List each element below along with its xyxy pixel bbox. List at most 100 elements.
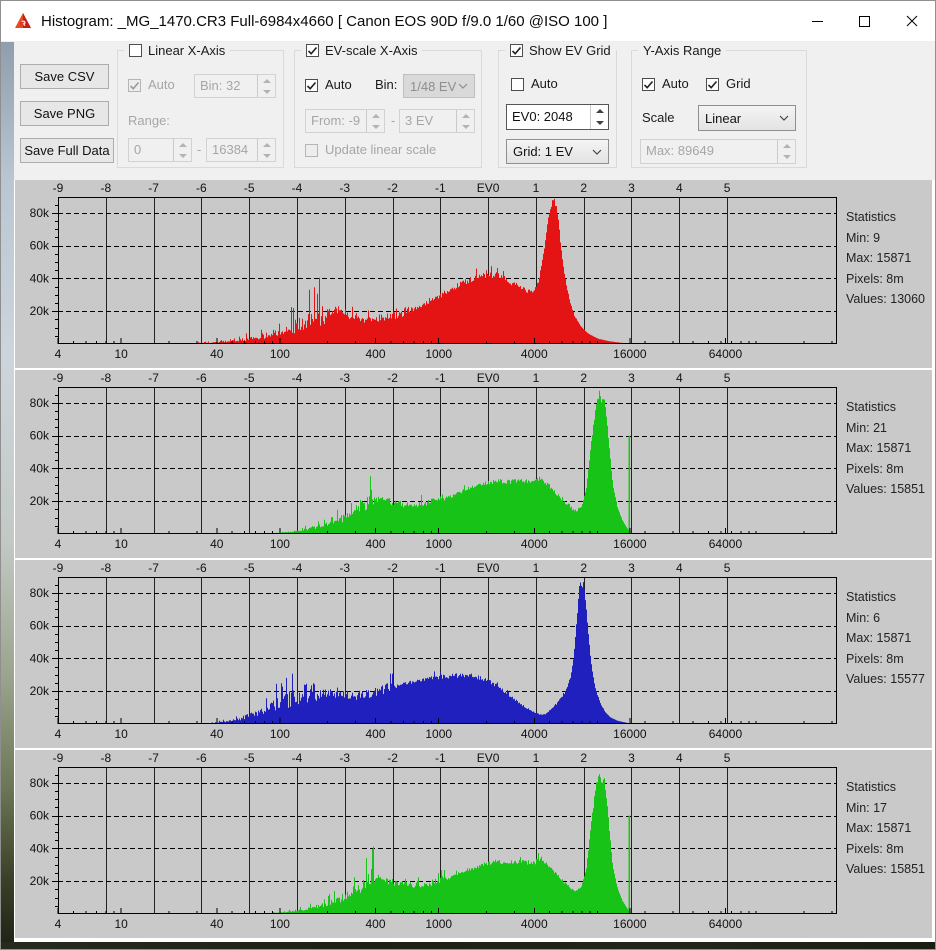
svg-text:EV0: EV0 xyxy=(477,181,500,195)
save-full-data-button[interactable]: Save Full Data xyxy=(20,138,114,163)
ev-bin-dropdown: 1/48 EV xyxy=(403,74,475,98)
svg-text:60k: 60k xyxy=(30,429,50,443)
svg-text:-7: -7 xyxy=(148,181,159,195)
svg-text:100: 100 xyxy=(270,917,290,931)
window-controls xyxy=(794,1,935,41)
spin-down-icon[interactable] xyxy=(596,121,604,125)
show-ev-grid-checkbox[interactable] xyxy=(510,44,523,57)
linear-bin-spinner: Bin: 32 xyxy=(194,74,276,98)
svg-text:4: 4 xyxy=(676,751,683,765)
stats-max: Max: 15871 xyxy=(846,248,925,269)
svg-text:80k: 80k xyxy=(30,586,50,600)
linear-auto-checkbox xyxy=(128,79,141,92)
maximize-button[interactable] xyxy=(841,1,888,41)
window-title: Histogram: _MG_1470.CR3 Full-6984x4660 [… xyxy=(41,13,607,30)
save-csv-button[interactable]: Save CSV xyxy=(20,64,109,89)
svg-text:20k: 20k xyxy=(30,684,50,698)
yaxis-auto-checkbox[interactable] xyxy=(642,78,655,91)
chevron-down-icon xyxy=(592,149,602,155)
svg-text:-7: -7 xyxy=(148,561,159,575)
svg-text:-2: -2 xyxy=(387,371,398,385)
svg-text:4: 4 xyxy=(55,537,62,551)
minimize-button[interactable] xyxy=(794,1,841,41)
background-window-bottom xyxy=(1,942,935,950)
range-from-spinner: 0 xyxy=(128,138,192,162)
svg-text:40: 40 xyxy=(210,917,224,931)
svg-text:20k: 20k xyxy=(30,874,50,888)
svg-text:-1: -1 xyxy=(435,371,446,385)
svg-text:5: 5 xyxy=(724,561,731,575)
evgrid-auto-checkbox[interactable] xyxy=(511,78,524,91)
svg-text:-4: -4 xyxy=(292,371,303,385)
chevron-down-icon xyxy=(458,83,468,89)
svg-text:4: 4 xyxy=(55,347,62,361)
stats-max: Max: 15871 xyxy=(846,628,925,649)
svg-text:-9: -9 xyxy=(53,371,64,385)
minimize-icon xyxy=(812,21,823,22)
stats-values: Values: 15851 xyxy=(846,859,925,880)
svg-text:-8: -8 xyxy=(100,181,111,195)
range-dash-label: - xyxy=(197,142,201,157)
stats-pixels: Pixels: 8m xyxy=(846,839,925,860)
ev-auto-label: Auto xyxy=(325,77,352,92)
stats-values: Values: 13060 xyxy=(846,289,925,310)
green-statistics: Statistics Min: 21 Max: 15871 Pixels: 8m… xyxy=(846,397,925,500)
svg-text:40: 40 xyxy=(210,727,224,741)
svg-text:-6: -6 xyxy=(196,371,207,385)
histogram-panel-green2: 20k40k60k80k-9-8-7-6-5-4-3-2-1EV01234541… xyxy=(15,750,932,938)
ev-from-spinner: From: -9 xyxy=(305,109,385,133)
ev0-spinner[interactable]: EV0: 2048 xyxy=(506,104,609,130)
save-png-button[interactable]: Save PNG xyxy=(20,101,109,126)
svg-text:1000: 1000 xyxy=(425,727,452,741)
spin-up-icon xyxy=(263,143,271,147)
spin-down-icon xyxy=(179,154,187,158)
svg-text:-4: -4 xyxy=(292,181,303,195)
stats-pixels: Pixels: 8m xyxy=(846,459,925,480)
svg-text:4000: 4000 xyxy=(521,347,548,361)
spin-down-icon xyxy=(263,90,271,94)
svg-text:-9: -9 xyxy=(53,751,64,765)
update-linear-scale-label: Update linear scale xyxy=(325,142,436,157)
svg-text:-1: -1 xyxy=(435,751,446,765)
svg-text:-1: -1 xyxy=(435,561,446,575)
linear-x-axis-group: Linear X-Axis Auto Bin: 32 Range: 0 - 16… xyxy=(117,50,284,168)
ev-scale-x-axis-label: EV-scale X-Axis xyxy=(325,43,417,58)
yaxis-grid-label: Grid xyxy=(726,76,751,91)
svg-text:4: 4 xyxy=(676,181,683,195)
grid-step-dropdown[interactable]: Grid: 1 EV xyxy=(506,139,609,164)
svg-text:1000: 1000 xyxy=(425,347,452,361)
svg-text:-8: -8 xyxy=(100,751,111,765)
svg-text:10: 10 xyxy=(114,537,128,551)
show-ev-grid-group: Show EV Grid Auto EV0: 2048 Grid: 1 EV xyxy=(498,50,617,168)
ev-bin-label: Bin: xyxy=(375,77,397,92)
svg-text:3: 3 xyxy=(628,751,635,765)
ev-auto-checkbox[interactable] xyxy=(305,79,318,92)
stats-title: Statistics xyxy=(846,397,925,418)
svg-text:16000: 16000 xyxy=(613,537,647,551)
svg-text:1000: 1000 xyxy=(425,537,452,551)
stats-title: Statistics xyxy=(846,207,925,228)
chevron-down-icon xyxy=(779,115,789,121)
green2-histogram-plot: 20k40k60k80k-9-8-7-6-5-4-3-2-1EV01234541… xyxy=(15,750,932,938)
maximize-icon xyxy=(859,16,870,27)
svg-text:5: 5 xyxy=(724,181,731,195)
svg-text:1: 1 xyxy=(533,371,540,385)
svg-text:64000: 64000 xyxy=(709,347,743,361)
svg-text:100: 100 xyxy=(270,347,290,361)
scale-dropdown[interactable]: Linear xyxy=(698,105,796,131)
histogram-panel-blue: 20k40k60k80k-9-8-7-6-5-4-3-2-1EV01234541… xyxy=(15,560,932,748)
linear-x-axis-checkbox[interactable] xyxy=(129,44,142,57)
close-button[interactable] xyxy=(888,1,935,41)
svg-text:-2: -2 xyxy=(387,181,398,195)
spin-up-icon[interactable] xyxy=(596,109,604,113)
ev-scale-x-axis-checkbox[interactable] xyxy=(306,44,319,57)
red-statistics: Statistics Min: 9 Max: 15871 Pixels: 8m … xyxy=(846,207,925,310)
svg-text:1: 1 xyxy=(533,181,540,195)
yaxis-grid-checkbox[interactable] xyxy=(706,78,719,91)
svg-text:60k: 60k xyxy=(30,619,50,633)
svg-text:EV0: EV0 xyxy=(477,371,500,385)
svg-text:EV0: EV0 xyxy=(477,561,500,575)
red-histogram-plot: 20k40k60k80k-9-8-7-6-5-4-3-2-1EV01234541… xyxy=(15,180,932,368)
spin-down-icon xyxy=(783,155,791,159)
stats-pixels: Pixels: 8m xyxy=(846,649,925,670)
